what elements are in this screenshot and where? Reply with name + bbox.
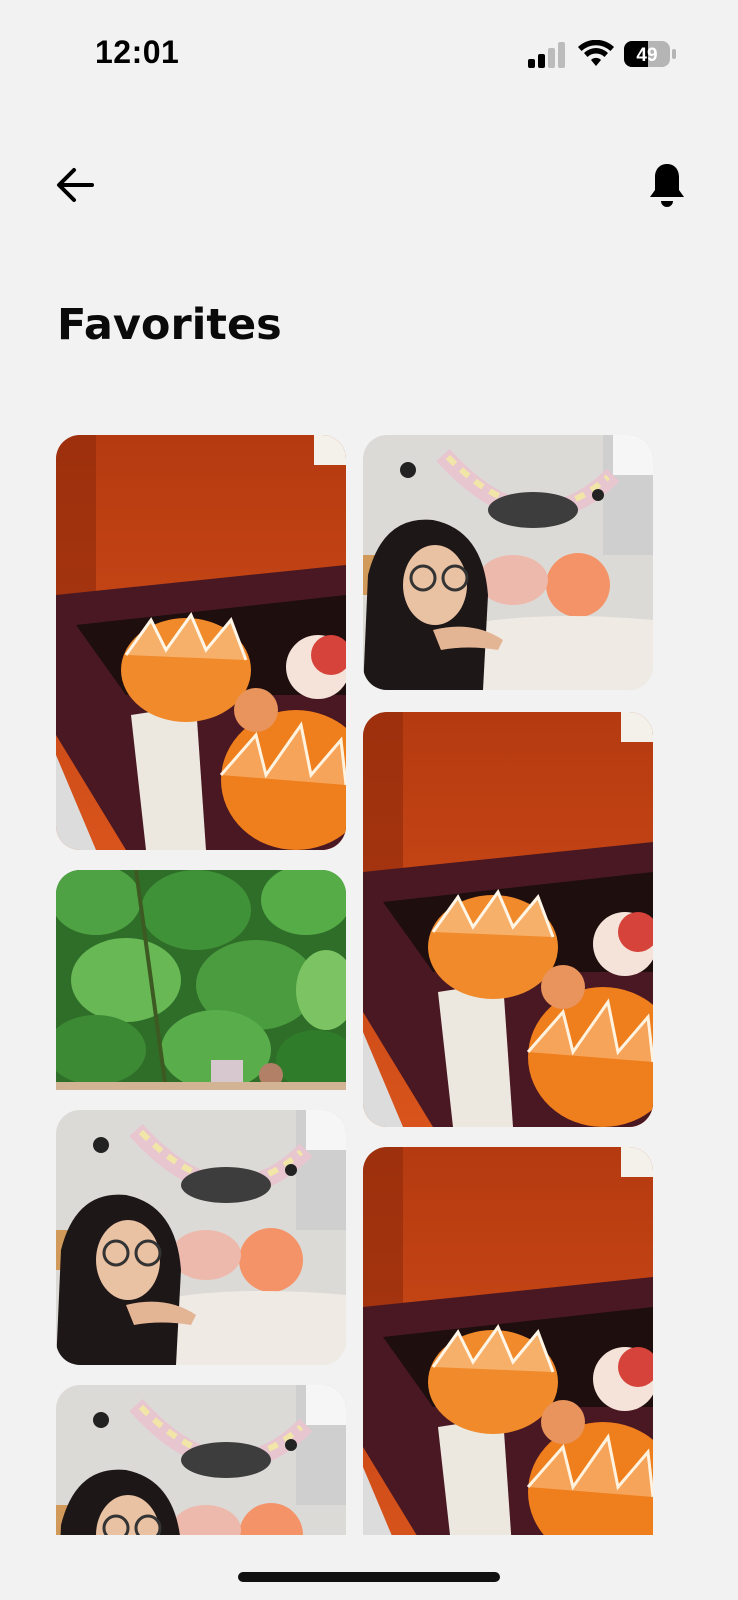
photo-orange-dessert xyxy=(363,712,653,1127)
favorite-photo[interactable] xyxy=(56,870,346,1090)
favorite-photo[interactable] xyxy=(56,435,346,850)
favorites-gallery xyxy=(0,0,738,1535)
photo-green-leaves xyxy=(56,870,346,1090)
photo-girl-with-glasses xyxy=(56,1110,346,1365)
photo-girl-with-glasses xyxy=(363,435,653,690)
photo-orange-dessert xyxy=(56,435,346,850)
favorite-photo[interactable] xyxy=(363,435,653,690)
photo-girl-with-glasses xyxy=(56,1385,346,1535)
home-indicator[interactable] xyxy=(238,1572,500,1582)
favorite-photo[interactable] xyxy=(56,1385,346,1535)
favorite-photo[interactable] xyxy=(363,1147,653,1535)
photo-orange-dessert xyxy=(363,1147,653,1535)
favorite-photo[interactable] xyxy=(56,1110,346,1365)
favorite-photo[interactable] xyxy=(363,712,653,1127)
